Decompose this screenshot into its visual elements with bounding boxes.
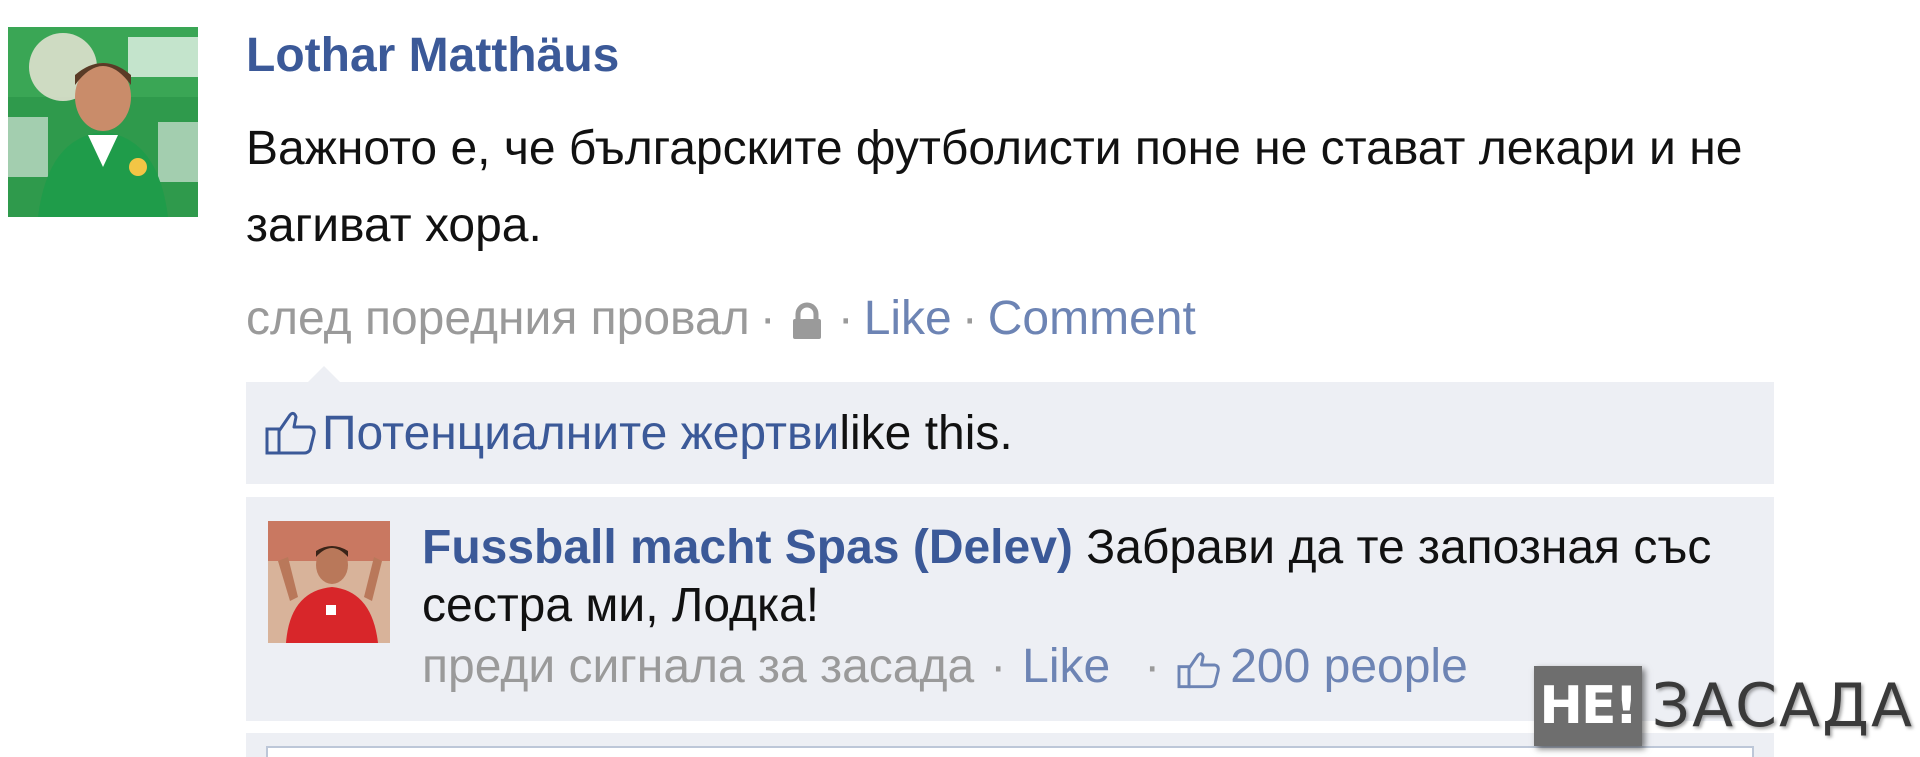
post-timestamp[interactable]: след поредния провал <box>246 291 750 346</box>
watermark: НЕ! ЗАСАДА <box>1534 664 1914 748</box>
likers-link[interactable]: Потенциалните жертви <box>322 406 839 461</box>
facebook-post: Lothar Matthäus Важното е, че българскит… <box>0 0 1920 757</box>
separator: · <box>837 292 854 345</box>
separator: · <box>961 292 978 345</box>
reply-input[interactable] <box>266 746 1754 757</box>
separator: · <box>759 292 776 345</box>
commenter-name[interactable]: Fussball macht Spas (Delev) <box>422 521 1073 574</box>
comment-content: Fussball macht Spas (Delev) Забрави да т… <box>422 519 1752 635</box>
thumbs-up-icon <box>1176 647 1222 688</box>
author-avatar[interactable] <box>8 27 198 217</box>
watermark-logo: НЕ! <box>1534 666 1642 746</box>
like-link[interactable]: Like <box>864 291 952 346</box>
commenter-avatar[interactable] <box>268 521 390 643</box>
thumbs-up-icon <box>264 409 318 457</box>
separator: · <box>1144 640 1161 693</box>
comment-like-link[interactable]: Like <box>1022 639 1110 694</box>
post-author-name[interactable]: Lothar Matthäus <box>246 28 619 83</box>
comment-timestamp[interactable]: преди сигнала за засада <box>422 639 974 694</box>
separator: · <box>990 640 1007 693</box>
lock-icon[interactable] <box>790 299 824 339</box>
likes-suffix: like this. <box>839 406 1013 460</box>
post-actions: след поредния провал · · Like · Comment <box>246 291 1196 346</box>
panel-pointer <box>308 366 340 382</box>
post-message: Важното е, че българските футболисти пон… <box>246 122 1743 252</box>
comment-meta: преди сигнала за засада · Like · 200 peo… <box>422 639 1468 694</box>
comment-link[interactable]: Comment <box>988 291 1196 346</box>
comment-like-count[interactable]: 200 people <box>1230 639 1468 694</box>
watermark-text: ЗАСАДА <box>1651 671 1914 741</box>
like-summary-bar: Потенциалните жертви like this. <box>246 382 1774 484</box>
